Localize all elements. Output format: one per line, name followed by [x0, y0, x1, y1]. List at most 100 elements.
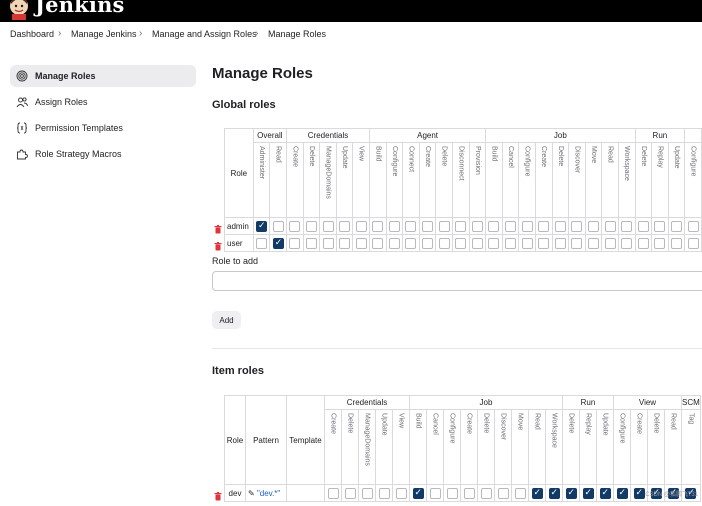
- permission-checkbox[interactable]: [670, 220, 682, 232]
- permission-checkbox[interactable]: [497, 487, 509, 499]
- permission-checkbox[interactable]: [531, 487, 543, 499]
- delete-role-icon[interactable]: [214, 221, 222, 239]
- permission-checkbox[interactable]: [322, 220, 334, 232]
- permission-checkbox[interactable]: [339, 220, 351, 232]
- permission-checkbox[interactable]: [422, 237, 434, 249]
- permission-checkbox[interactable]: [488, 237, 500, 249]
- permission-checkbox[interactable]: [355, 237, 367, 249]
- permission-checkbox[interactable]: [322, 237, 334, 249]
- permission-checkbox[interactable]: [256, 220, 267, 232]
- permission-checkbox[interactable]: [372, 237, 384, 249]
- permission-checkbox[interactable]: [670, 237, 682, 249]
- permission-cell: [468, 217, 487, 235]
- delete-role-icon[interactable]: [214, 488, 222, 506]
- permission-checkbox[interactable]: [654, 237, 666, 249]
- permission-checkbox[interactable]: [633, 487, 645, 499]
- brand-title[interactable]: Jenkins: [35, 0, 125, 17]
- permission-checkbox[interactable]: [289, 237, 301, 249]
- permission-checkbox[interactable]: [344, 487, 356, 499]
- permission-cell: [684, 217, 702, 235]
- permission-checkbox[interactable]: [305, 237, 317, 249]
- permission-cell: [324, 484, 342, 502]
- permission-checkbox[interactable]: [521, 220, 533, 232]
- permission-checkbox[interactable]: [538, 237, 550, 249]
- permission-checkbox[interactable]: [305, 220, 317, 232]
- permission-checkbox[interactable]: [514, 487, 526, 499]
- permission-checkbox[interactable]: [588, 237, 600, 249]
- permission-checkbox[interactable]: [355, 220, 367, 232]
- breadcrumb-manage-jenkins[interactable]: Manage Jenkins: [71, 29, 137, 39]
- permission-checkbox[interactable]: [571, 237, 583, 249]
- pattern-link[interactable]: "dev.*": [257, 489, 280, 498]
- permission-checkbox[interactable]: [438, 220, 450, 232]
- permission-checkbox[interactable]: [429, 487, 441, 499]
- sidebar-item-role-strategy-macros[interactable]: Role Strategy Macros: [10, 143, 196, 165]
- permission-checkbox[interactable]: [422, 220, 434, 232]
- permission-checkbox[interactable]: [554, 237, 566, 249]
- permission-checkbox[interactable]: [272, 237, 284, 249]
- permission-checkbox[interactable]: [565, 487, 577, 499]
- breadcrumb-manage-roles[interactable]: Manage Roles: [268, 29, 326, 39]
- permission-checkbox[interactable]: [687, 220, 699, 232]
- role-to-add-input[interactable]: [212, 271, 702, 291]
- permission-checkbox[interactable]: [405, 220, 417, 232]
- permission-checkbox[interactable]: [599, 487, 611, 499]
- permission-checkbox[interactable]: [388, 237, 400, 249]
- permission-checkbox[interactable]: [339, 237, 351, 249]
- permission-checkbox[interactable]: [621, 237, 633, 249]
- jenkins-logo-icon[interactable]: [8, 0, 30, 20]
- template-cell: [286, 484, 325, 502]
- permission-cell: [568, 217, 586, 235]
- permission-checkbox[interactable]: [480, 487, 492, 499]
- braces-icon: [16, 122, 28, 134]
- permission-checkbox[interactable]: [521, 237, 533, 249]
- permission-checkbox[interactable]: [388, 220, 400, 232]
- permission-checkbox[interactable]: [604, 237, 616, 249]
- permission-checkbox[interactable]: [548, 487, 560, 499]
- permission-checkbox[interactable]: [505, 237, 517, 249]
- permission-column-header: Delete: [551, 142, 570, 218]
- permission-checkbox[interactable]: [405, 237, 417, 249]
- sidebar-item-assign-roles[interactable]: Assign Roles: [10, 91, 196, 113]
- permission-checkbox[interactable]: [637, 220, 649, 232]
- permission-checkbox[interactable]: [471, 237, 483, 249]
- permission-checkbox[interactable]: [588, 220, 600, 232]
- sidebar-item-manage-roles[interactable]: Manage Roles: [10, 65, 196, 87]
- sidebar-item-permission-templates[interactable]: Permission Templates: [10, 117, 196, 139]
- add-role-button[interactable]: Add: [212, 311, 241, 329]
- permission-checkbox[interactable]: [637, 237, 649, 249]
- permission-checkbox[interactable]: [272, 220, 284, 232]
- permission-checkbox[interactable]: [455, 220, 467, 232]
- permission-checkbox[interactable]: [289, 220, 301, 232]
- breadcrumb-dashboard[interactable]: Dashboard: [10, 29, 54, 39]
- permission-checkbox[interactable]: [604, 220, 616, 232]
- permission-cell: [534, 234, 553, 252]
- pencil-icon[interactable]: ✎: [248, 489, 255, 498]
- permission-checkbox[interactable]: [571, 220, 583, 232]
- permission-checkbox[interactable]: [395, 487, 407, 499]
- permission-group-header: Run: [634, 128, 686, 143]
- permission-checkbox[interactable]: [361, 487, 373, 499]
- delete-role-icon[interactable]: [214, 238, 222, 256]
- permission-checkbox[interactable]: [446, 487, 458, 499]
- permission-checkbox[interactable]: [256, 237, 267, 249]
- permission-checkbox[interactable]: [488, 220, 500, 232]
- permission-checkbox[interactable]: [372, 220, 384, 232]
- permission-cell: [319, 217, 337, 235]
- permission-checkbox[interactable]: [687, 237, 699, 249]
- permission-checkbox[interactable]: [616, 487, 628, 499]
- permission-checkbox[interactable]: [327, 487, 339, 499]
- permission-checkbox[interactable]: [438, 237, 450, 249]
- permission-checkbox[interactable]: [538, 220, 550, 232]
- breadcrumb-manage-assign-roles[interactable]: Manage and Assign Roles: [152, 29, 257, 39]
- permission-checkbox[interactable]: [412, 487, 424, 499]
- permission-checkbox[interactable]: [463, 487, 475, 499]
- permission-checkbox[interactable]: [455, 237, 467, 249]
- permission-checkbox[interactable]: [582, 487, 594, 499]
- permission-checkbox[interactable]: [654, 220, 666, 232]
- permission-checkbox[interactable]: [471, 220, 483, 232]
- permission-checkbox[interactable]: [621, 220, 633, 232]
- permission-checkbox[interactable]: [554, 220, 566, 232]
- permission-checkbox[interactable]: [378, 487, 390, 499]
- permission-checkbox[interactable]: [505, 220, 517, 232]
